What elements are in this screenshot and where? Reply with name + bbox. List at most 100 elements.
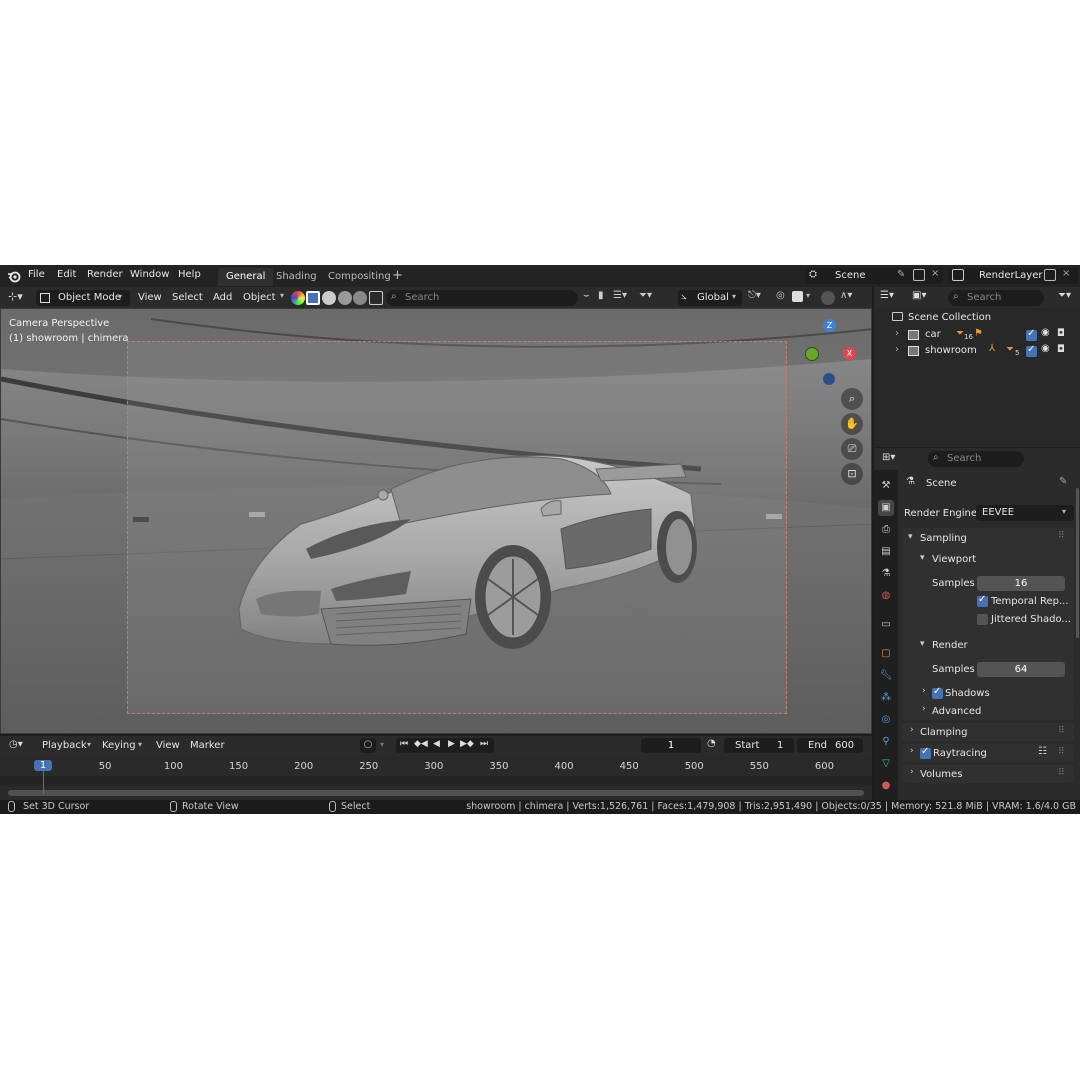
raytracing-panel[interactable]: › Raytracing ☷ ⠿ — [902, 744, 1074, 762]
wireframe-icon[interactable] — [369, 291, 383, 305]
tab-compositing[interactable]: Compositing — [320, 268, 399, 286]
chevron-right-icon[interactable]: › — [922, 686, 926, 696]
drag-handle-icon[interactable]: ⠿ — [1058, 531, 1065, 541]
tab-shading[interactable]: Shading — [268, 268, 325, 286]
render-engine-dropdown[interactable]: EEVEE ▾ — [976, 505, 1074, 521]
outliner-row-showroom[interactable]: › showroom ⅄ ⏷ 5 ◉ ◘ — [874, 343, 1080, 359]
raytracing-checkbox[interactable] — [920, 746, 931, 759]
filter-icon[interactable]: ⏷▾ — [1058, 290, 1071, 301]
chevron-down-icon[interactable]: ▾ — [920, 639, 925, 649]
viewport-search-field[interactable]: ⌕ Search — [386, 290, 578, 306]
camera-render-icon[interactable]: ◘ — [1057, 344, 1065, 355]
data-icon[interactable]: ▽ — [878, 756, 894, 772]
menu-file[interactable]: File — [28, 269, 45, 280]
constraints-icon[interactable]: ⚲ — [878, 734, 894, 750]
solid-select-icon[interactable] — [306, 291, 320, 305]
exclude-checkbox[interactable] — [1026, 344, 1037, 357]
tool-icon[interactable]: ⚒ — [878, 478, 894, 494]
new-scene-icon[interactable] — [913, 269, 925, 281]
current-frame-marker[interactable]: 1 — [34, 760, 52, 771]
axis-z-icon[interactable]: Z — [823, 319, 836, 332]
menu-select[interactable]: Select — [168, 290, 207, 306]
falloff-icon[interactable]: ∧▾ — [840, 290, 852, 301]
scene-selector[interactable]: ⛭ Scene ✎ × — [805, 268, 943, 284]
scene-collection-label[interactable]: Scene Collection — [908, 312, 991, 323]
shading-material-icon[interactable] — [338, 291, 352, 305]
pin-icon[interactable]: ✎ — [897, 269, 905, 280]
blender-logo-icon[interactable] — [7, 269, 21, 283]
close-layer-icon[interactable]: × — [1062, 268, 1070, 279]
properties-search-field[interactable]: ⌕ Search — [928, 451, 1024, 467]
viewport-subheader[interactable]: Viewport — [932, 554, 976, 565]
drag-handle-icon[interactable]: ⠿ — [1058, 768, 1065, 778]
camera-render-icon[interactable]: ◘ — [1057, 328, 1065, 339]
menu-add[interactable]: Add — [209, 290, 236, 306]
shadows-checkbox[interactable] — [932, 686, 943, 699]
menu-object[interactable]: Object — [239, 290, 280, 306]
render-icon[interactable]: ▣ — [878, 500, 894, 516]
overlay-color-icon[interactable] — [291, 291, 305, 305]
temporal-reprojection-checkbox[interactable] — [977, 594, 988, 607]
render-subheader[interactable]: Render — [932, 640, 968, 651]
clamping-panel[interactable]: › Clamping ⠿ — [902, 723, 1074, 741]
menu-help[interactable]: Help — [178, 269, 201, 280]
exclude-checkbox[interactable] — [1026, 328, 1037, 341]
modifier-wrench-icon[interactable]: 🔧︎ — [878, 668, 894, 684]
render-layer-selector[interactable]: RenderLayer × — [948, 268, 1078, 284]
axis-neg-z-icon[interactable] — [823, 373, 835, 385]
proportional-icon[interactable]: ◎ — [776, 290, 785, 301]
pan-hand-icon[interactable]: ✋ — [841, 413, 863, 435]
tab-general[interactable]: General — [218, 268, 274, 286]
shadows-label[interactable]: Shadows — [945, 688, 990, 699]
properties-scrollbar[interactable] — [1076, 488, 1079, 638]
xray-icon[interactable] — [792, 291, 803, 302]
camera-view-icon[interactable]: ⎚ — [841, 438, 863, 460]
sampling-header[interactable]: Sampling — [920, 533, 967, 544]
chevron-down-icon[interactable]: ▾ — [920, 553, 925, 563]
render-samples-field[interactable]: 64 — [977, 662, 1065, 677]
snap-icon[interactable]: ⎋▾ — [748, 290, 761, 301]
scene-icon[interactable]: ⚗ — [878, 566, 894, 582]
layout-icon[interactable]: ☰▾ — [613, 290, 627, 301]
pin-icon[interactable]: ✎ — [1059, 476, 1067, 487]
bookmark-icon[interactable]: ▮ — [598, 290, 604, 301]
close-scene-icon[interactable]: × — [931, 268, 939, 279]
outliner-row-car[interactable]: › car ⏷ 16 ⚑ ◉ ◘ — [874, 327, 1080, 343]
viewport-samples-field[interactable]: 16 — [977, 576, 1065, 591]
view-layer-icon[interactable]: ▤ — [878, 544, 894, 560]
volumes-panel[interactable]: › Volumes ⠿ — [902, 765, 1074, 783]
menu-view[interactable]: View — [134, 290, 166, 306]
drag-handle-icon[interactable]: ⠿ — [1058, 726, 1065, 736]
outliner-search-field[interactable]: ⌕ Search — [948, 290, 1044, 306]
3d-viewport[interactable]: Camera Perspective (1) showroom | chimer… — [0, 308, 872, 734]
particles-icon[interactable]: ⁂ — [878, 690, 894, 706]
advanced-subpanel[interactable]: › Advanced — [902, 702, 1074, 720]
axis-y-icon[interactable] — [805, 347, 819, 361]
menu-window[interactable]: Window — [130, 269, 169, 280]
filter-icon[interactable]: ⏷▾ — [639, 290, 652, 301]
eye-icon[interactable]: ◉ — [1041, 327, 1050, 338]
collection-icon[interactable]: ▭ — [878, 617, 894, 633]
jittered-shadows-checkbox[interactable] — [977, 614, 988, 625]
world-icon[interactable]: ◍ — [878, 588, 894, 604]
chevron-down-icon[interactable]: ▾ — [908, 532, 913, 542]
shading-solid-icon[interactable] — [322, 291, 336, 305]
eye-icon[interactable]: ◉ — [1041, 343, 1050, 354]
material-icon[interactable]: ● — [878, 778, 894, 794]
pivot-icon[interactable] — [821, 291, 835, 305]
editor-type-icon[interactable]: ☰▾ — [880, 290, 894, 301]
drag-handle-icon[interactable]: ⠿ — [1058, 747, 1065, 757]
editor-type-icon[interactable]: ⊞▾ — [882, 452, 895, 463]
axis-x-icon[interactable]: X — [843, 347, 856, 360]
add-workspace-icon[interactable]: + — [388, 268, 407, 286]
menu-edit[interactable]: Edit — [57, 269, 76, 280]
menu-render[interactable]: Render — [87, 269, 123, 280]
output-icon[interactable]: ⎙ — [878, 522, 894, 538]
new-layer-icon[interactable] — [1044, 269, 1056, 281]
collapse-icon[interactable]: ⌣ — [583, 290, 590, 301]
zoom-icon[interactable]: ⌕ — [841, 388, 863, 410]
preset-list-icon[interactable]: ☷ — [1038, 746, 1047, 757]
object-icon[interactable]: ▢ — [878, 646, 894, 662]
editor-type-icon[interactable]: ⊹▾ — [8, 290, 23, 303]
display-mode-icon[interactable]: ▣▾ — [912, 290, 926, 301]
